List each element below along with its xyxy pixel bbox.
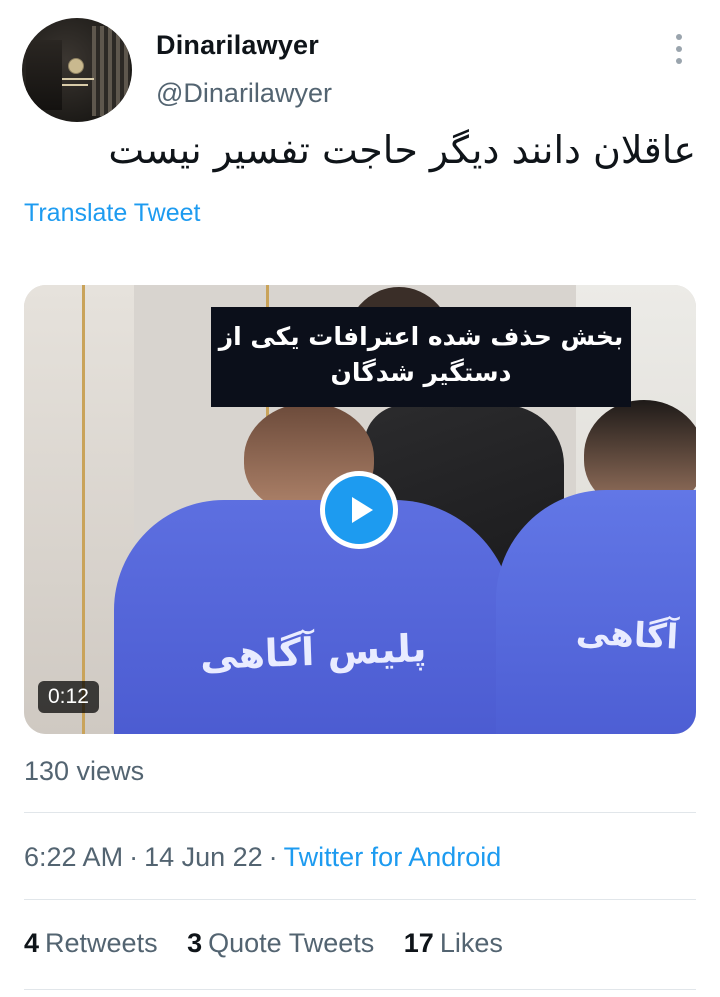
play-icon (325, 476, 393, 544)
divider (24, 989, 696, 990)
meta-separator: · (268, 842, 278, 872)
divider (24, 812, 696, 813)
engagement-stats: 4 Retweets 3 Quote Tweets 17 Likes (24, 928, 525, 959)
user-handle[interactable]: @Dinarilawyer (156, 78, 332, 109)
display-name[interactable]: Dinarilawyer (156, 30, 319, 61)
meta-separator: · (129, 842, 139, 872)
view-count: 130 views (24, 756, 145, 786)
retweets-count: 4 (24, 928, 40, 958)
blue-shirt (114, 500, 514, 734)
likes-stat[interactable]: 17 Likes (404, 928, 503, 958)
tweet-detail: Dinarilawyer @Dinarilawyer عاقلان دانند … (0, 0, 720, 997)
quote-tweets-stat[interactable]: 3 Quote Tweets (187, 928, 374, 958)
shirt-text: پلیس آگاهی (199, 626, 428, 678)
shirt-text: آگاهی (575, 612, 680, 658)
divider (24, 899, 696, 900)
retweets-stat[interactable]: 4 Retweets (24, 928, 158, 958)
avatar-logo-line (62, 78, 94, 80)
avatar[interactable] (22, 18, 132, 122)
avatar-building-right (92, 26, 130, 116)
tweet-date: 14 Jun 22 (144, 842, 263, 872)
caption-line: بخش حذف شده اعترافات یکی از (218, 322, 624, 351)
avatar-emblem (68, 58, 84, 74)
likes-count: 17 (403, 928, 434, 958)
quotes-count: 3 (187, 928, 203, 958)
quotes-label: Quote Tweets (208, 928, 375, 958)
tweet-time: 6:22 AM (24, 842, 124, 872)
video-duration: 0:12 (38, 681, 99, 713)
source-link[interactable]: Twitter for Android (284, 842, 502, 872)
likes-label: Likes (439, 928, 503, 958)
frame-line (82, 285, 85, 734)
retweets-label: Retweets (45, 928, 158, 958)
translate-tweet-link[interactable]: Translate Tweet (24, 199, 200, 228)
caption-line: دستگیر شدگان (330, 358, 512, 387)
tweet-meta: 6:22 AM · 14 Jun 22 · Twitter for Android (24, 842, 501, 873)
blue-shirt (496, 490, 696, 734)
video-media[interactable]: پلیس آگاهی آگاهی بخش حذف شده اعترافات یک… (24, 285, 696, 734)
tweet-text: عاقلان دانند دیگر حاجت تفسیر نیست (108, 128, 696, 172)
avatar-building-left (26, 40, 62, 110)
play-button[interactable] (320, 471, 398, 549)
avatar-logo-line (62, 84, 88, 86)
video-caption: بخش حذف شده اعترافات یکی از دستگیر شدگان (211, 307, 631, 407)
more-options-icon[interactable] (669, 32, 689, 66)
